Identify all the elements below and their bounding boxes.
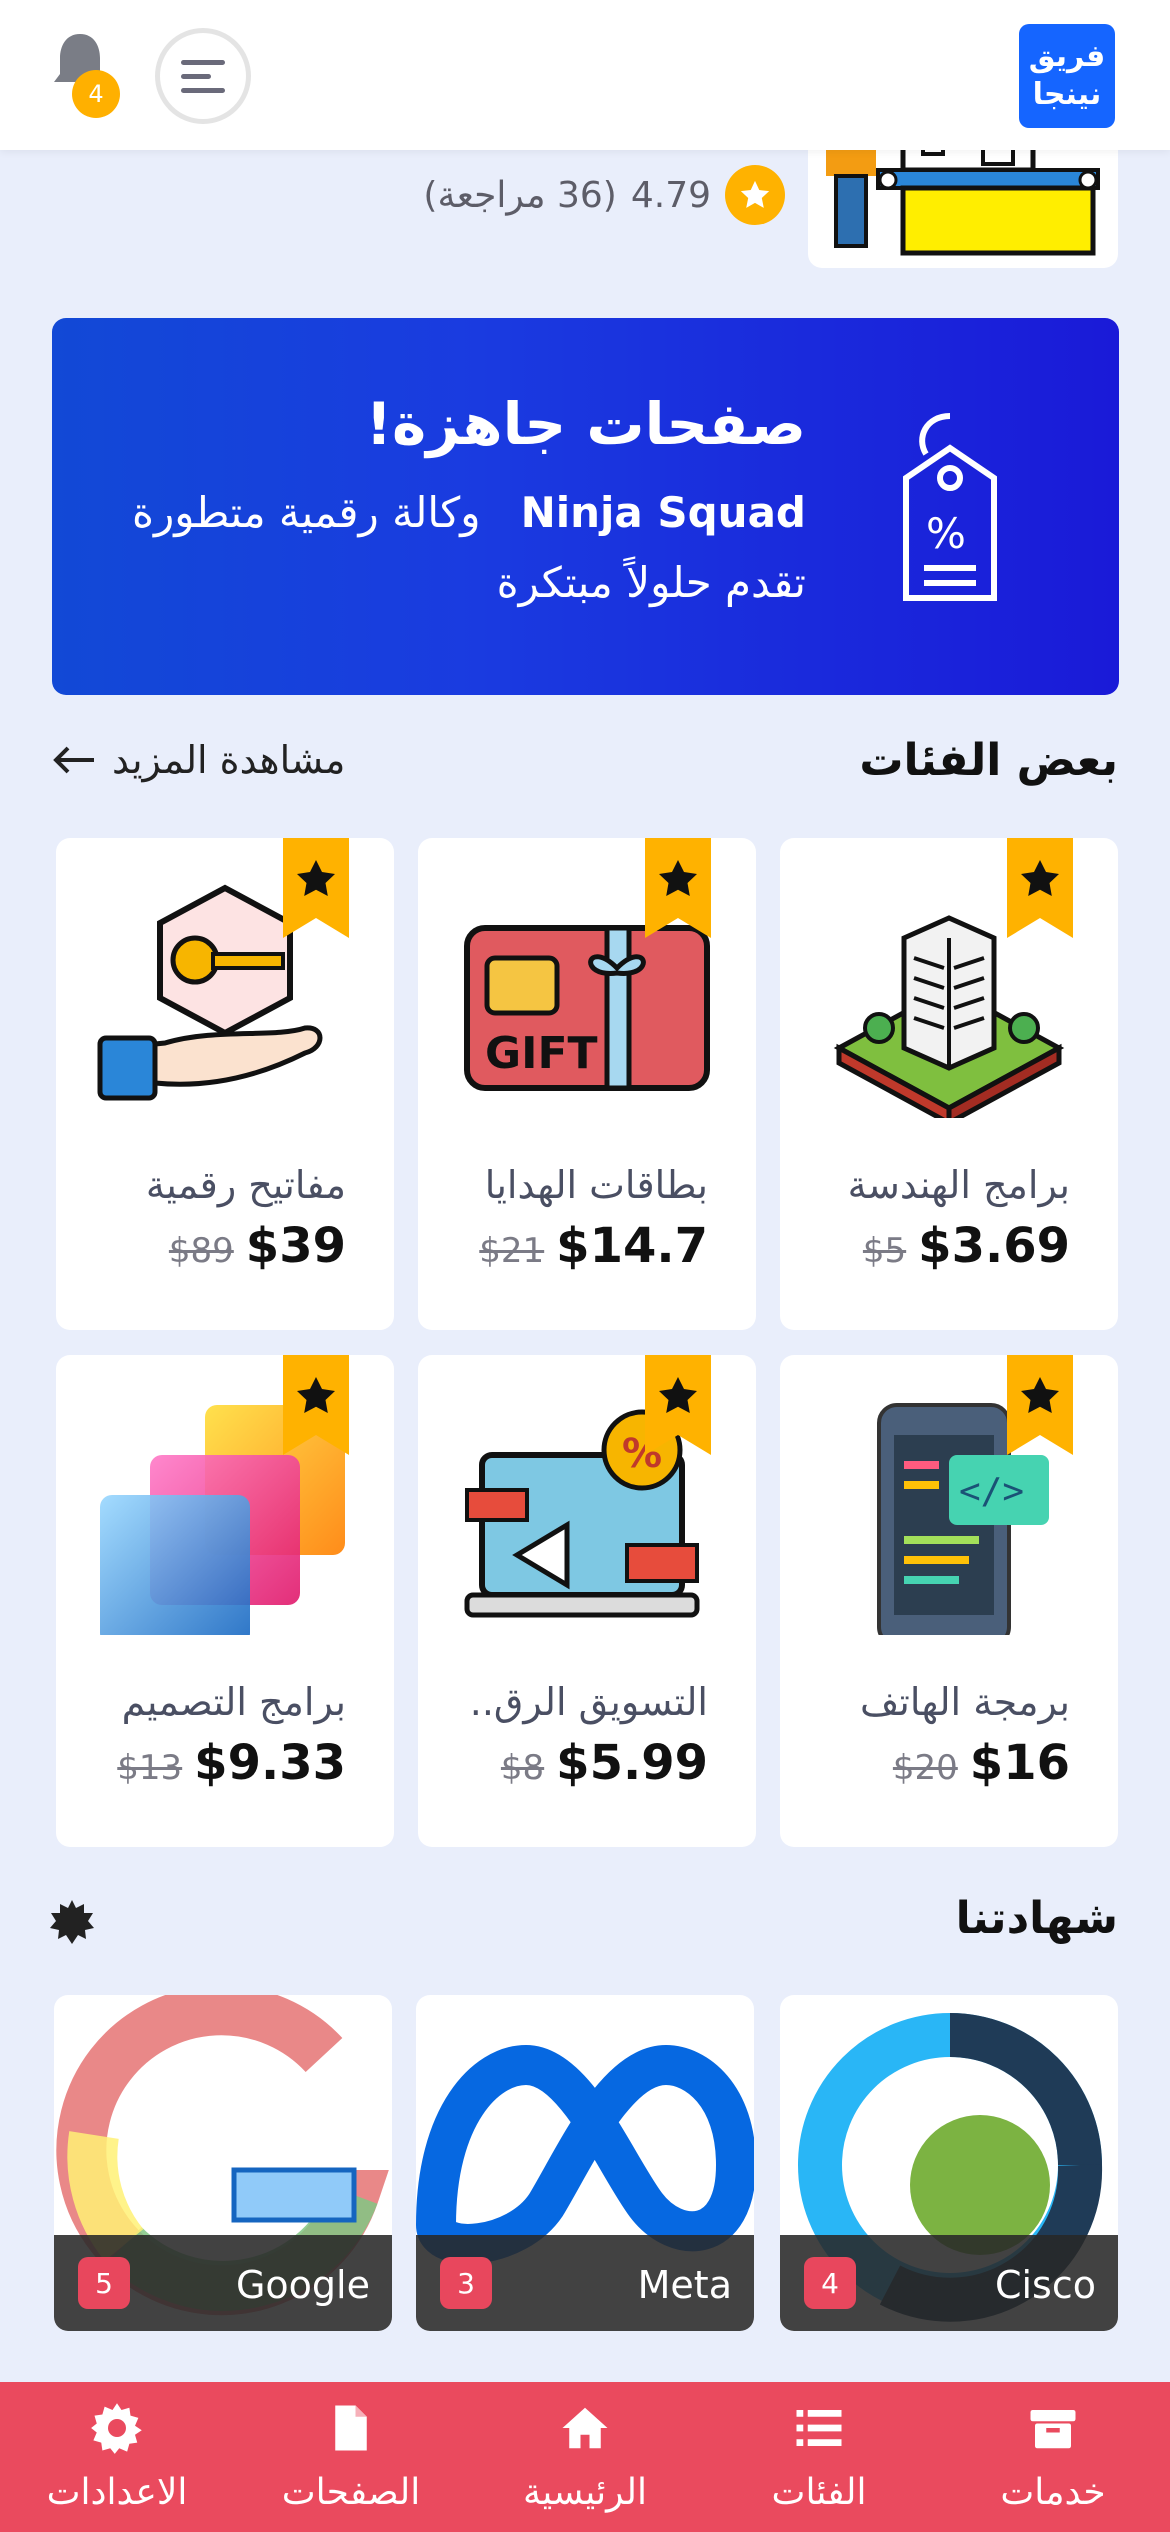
product-price-row: $14.7 $21 [479, 1218, 708, 1274]
product-price-row: $9.33 $13 [117, 1735, 346, 1791]
product-old-price: $21 [479, 1231, 545, 1271]
certificate-count-badge: 3 [440, 2257, 492, 2309]
svg-text:GIFT: GIFT [485, 1028, 598, 1079]
theme-toggle-icon[interactable] [48, 1898, 96, 1946]
product-price-row: $16 $20 [893, 1735, 1070, 1791]
arrow-left-icon [53, 746, 94, 774]
product-name: مفاتيح رقمية [145, 1163, 346, 1207]
certificate-count-badge: 4 [804, 2257, 856, 2309]
featured-ribbon-icon [1007, 838, 1073, 938]
review-count: (36 مراجعة) [423, 174, 617, 216]
banner-line-1-text: وكالة رقمية متطورة [131, 488, 481, 537]
certificate-name: Meta [637, 2263, 732, 2307]
bottom-navigation: خدمات الفئات الرئيسية الصفحات الاعدادات [0, 2382, 1170, 2532]
home-icon [558, 2401, 612, 2464]
list-icon [792, 2401, 846, 2464]
promo-banner[interactable]: % صفحات جاهزة! Ninja Squad وكالة رقمية م… [52, 318, 1119, 695]
product-thumbnail[interactable] [808, 130, 1118, 268]
banner-line-2: تقدم حلولاً مبتكرة [496, 558, 806, 607]
menu-icon-line [181, 73, 211, 79]
certificate-card[interactable]: Google 5 [54, 1995, 392, 2331]
menu-button[interactable] [155, 28, 251, 124]
nav-item-file[interactable]: الصفحات [241, 2401, 461, 2513]
svg-text:%: % [926, 509, 966, 558]
rating-value: 4.79 [630, 174, 711, 216]
product-card[interactable]: % التسويق الرق.. $5.99 $8 [418, 1355, 756, 1847]
certificate-card[interactable]: Meta 3 [416, 1995, 754, 2331]
product-price: $39 [245, 1218, 346, 1274]
nav-item-label: الصفحات [281, 2472, 421, 2513]
certificate-name: Google [235, 2263, 370, 2307]
logo-line-1: فريق [1028, 39, 1106, 74]
app-logo[interactable]: فريق نينجا [1019, 24, 1115, 128]
product-old-price: $8 [500, 1748, 545, 1788]
product-name: برمجة الهاتف [859, 1680, 1070, 1724]
featured-ribbon-icon [283, 838, 349, 938]
banner-title: صفحات جاهزة! [365, 390, 806, 458]
featured-ribbon-icon [645, 838, 711, 938]
product-card[interactable]: GIFT بطاقات الهدايا $14.7 $21 [418, 838, 756, 1330]
product-price: $9.33 [194, 1735, 346, 1791]
see-more-link[interactable]: مشاهدة المزيد [52, 738, 345, 782]
product-old-price: $5 [862, 1231, 907, 1271]
categories-section-title: بعض الفئات [859, 735, 1118, 786]
certificates-section-title: شهادتنا [955, 1893, 1118, 1944]
nav-item-label: الاعدادات [46, 2472, 188, 2513]
product-rating: 4.79 (36 مراجعة) [423, 165, 785, 225]
app-header: فريق نينجا 4 [0, 0, 1170, 150]
product-price: $16 [969, 1735, 1070, 1791]
notification-badge: 4 [72, 70, 120, 118]
product-name: بطاقات الهدايا [484, 1163, 708, 1207]
product-price: $3.69 [918, 1218, 1070, 1274]
product-price-row: $3.69 $5 [863, 1218, 1070, 1274]
product-price: $14.7 [556, 1218, 708, 1274]
nav-item-home[interactable]: الرئيسية [475, 2401, 695, 2513]
gear-icon [90, 2401, 144, 2464]
product-card[interactable]: مفاتيح رقمية $39 $89 [56, 838, 394, 1330]
product-name: برامج التصميم [121, 1680, 346, 1724]
nav-item-label: الفئات [771, 2472, 867, 2513]
nav-item-box[interactable]: خدمات [943, 2401, 1163, 2513]
star-icon [725, 165, 785, 225]
product-price-row: $5.99 $8 [501, 1735, 708, 1791]
certificate-card[interactable]: Cisco 4 [780, 1995, 1118, 2331]
banner-line-1: Ninja Squad وكالة رقمية متطورة [132, 488, 806, 537]
product-price: $5.99 [556, 1735, 708, 1791]
product-price-row: $39 $89 [169, 1218, 346, 1274]
certificate-count-badge: 5 [78, 2257, 130, 2309]
product-old-price: $13 [117, 1748, 183, 1788]
certificate-name: Cisco [994, 2263, 1096, 2307]
product-card[interactable]: برامج التصميم $9.33 $13 [56, 1355, 394, 1847]
banner-brand: Ninja Squad [520, 488, 806, 537]
store-illustration-icon [826, 130, 1100, 256]
discount-tag-icon: % [886, 408, 1014, 608]
see-more-label: مشاهدة المزيد [112, 738, 346, 782]
menu-icon-line [181, 59, 225, 65]
svg-text:</>: </> [959, 1471, 1024, 1512]
nav-item-label: الرئيسية [523, 2472, 647, 2513]
nav-item-gear[interactable]: الاعدادات [7, 2401, 227, 2513]
featured-ribbon-icon [1007, 1355, 1073, 1455]
nav-item-list[interactable]: الفئات [709, 2401, 929, 2513]
product-card[interactable]: برامج الهندسة $3.69 $5 [780, 838, 1118, 1330]
logo-line-2: نينجا [1032, 77, 1102, 112]
box-icon [1026, 2401, 1080, 2464]
featured-ribbon-icon [283, 1355, 349, 1455]
nav-item-label: خدمات [1000, 2472, 1106, 2513]
menu-icon-line [181, 87, 225, 93]
product-old-price: $89 [168, 1231, 234, 1271]
product-old-price: $20 [892, 1748, 958, 1788]
product-card[interactable]: </> برمجة الهاتف $16 $20 [780, 1355, 1118, 1847]
product-name: برامج الهندسة [847, 1163, 1070, 1207]
file-icon [324, 2401, 378, 2464]
product-name: التسويق الرق.. [469, 1680, 708, 1724]
featured-ribbon-icon [645, 1355, 711, 1455]
